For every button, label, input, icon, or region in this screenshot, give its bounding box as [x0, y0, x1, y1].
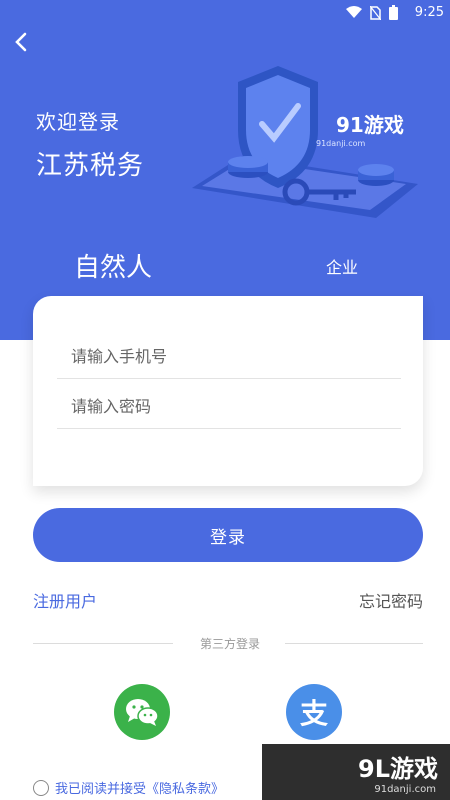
- register-link[interactable]: 注册用户: [33, 588, 97, 612]
- back-button[interactable]: [8, 30, 34, 60]
- third-party-label: 第三方登录: [199, 637, 260, 651]
- battery-icon: [389, 5, 398, 20]
- agreement-checkbox[interactable]: [33, 779, 49, 796]
- tab-person[interactable]: 自然人: [74, 247, 152, 284]
- divider-right: [285, 643, 423, 644]
- watermark-url: 91danji.com: [374, 784, 436, 795]
- password-field: [57, 384, 401, 429]
- phone-input[interactable]: [57, 334, 401, 378]
- privacy-agreement: 我已阅读并接受《隐私条款》: [33, 778, 224, 797]
- chevron-left-icon: [15, 32, 27, 52]
- status-bar: 9:25: [0, 0, 450, 26]
- agreement-text[interactable]: 我已阅读并接受《隐私条款》: [55, 778, 224, 797]
- status-time: 9:25: [414, 5, 444, 20]
- alipay-login-button[interactable]: 支: [286, 684, 342, 740]
- welcome-text: 欢迎登录: [36, 110, 120, 134]
- wechat-icon: [126, 699, 159, 726]
- no-sim-icon: [370, 5, 381, 20]
- app-title: 江苏税务: [36, 151, 145, 181]
- login-button[interactable]: 登录: [33, 508, 423, 562]
- wifi-icon: [346, 6, 362, 18]
- illustration-logo-text: 91游戏: [336, 113, 404, 137]
- phone-field: [57, 334, 401, 379]
- alipay-icon: 支: [299, 697, 328, 730]
- forgot-password-link[interactable]: 忘记密码: [359, 588, 423, 612]
- watermark: 9L游戏 91danji.com: [262, 744, 450, 800]
- tab-company[interactable]: 企业: [326, 254, 358, 278]
- password-input[interactable]: [57, 384, 401, 428]
- divider-left: [33, 643, 173, 644]
- shield-key-illustration: 91游戏 91danji.com: [192, 66, 418, 218]
- watermark-logo: 9L游戏: [358, 755, 438, 783]
- status-icons: [346, 5, 398, 20]
- illustration-logo-subtext: 91danji.com: [316, 139, 366, 148]
- wechat-login-button[interactable]: [114, 684, 170, 740]
- login-form-card: [33, 296, 423, 486]
